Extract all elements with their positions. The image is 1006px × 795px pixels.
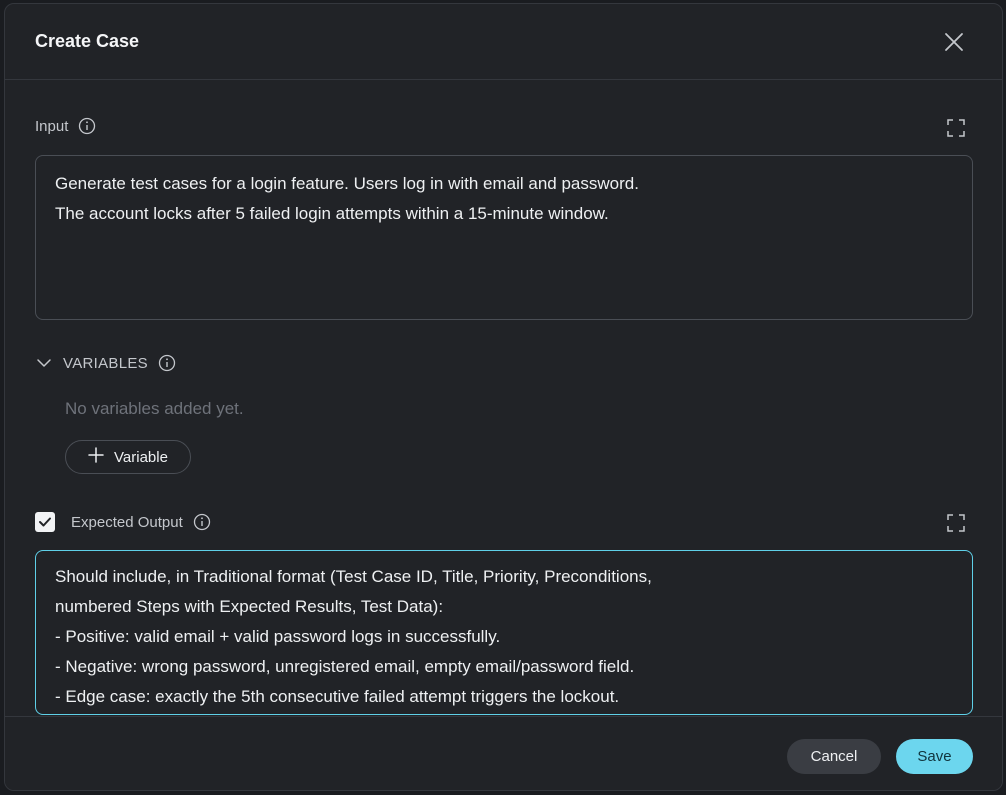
expected-output-checkbox[interactable]: [35, 512, 55, 532]
variables-empty-text: No variables added yet.: [65, 399, 244, 418]
plus-icon: [88, 447, 104, 467]
info-icon[interactable]: [78, 117, 96, 135]
cancel-button[interactable]: Cancel: [787, 739, 881, 774]
expected-output-label-row: Expected Output: [35, 512, 211, 532]
info-icon[interactable]: [193, 513, 211, 531]
modal-header: Create Case: [5, 4, 1002, 80]
expand-icon[interactable]: [947, 514, 965, 532]
expand-icon[interactable]: [947, 119, 965, 137]
close-icon[interactable]: [942, 30, 966, 54]
info-icon[interactable]: [158, 354, 176, 372]
create-case-modal: Create Case Input Generate test cases fo…: [4, 3, 1003, 791]
variables-title: VARIABLES: [63, 354, 148, 372]
modal-title: Create Case: [35, 31, 140, 51]
chevron-down-icon[interactable]: [35, 354, 53, 372]
expected-output-textarea[interactable]: Should include, in Traditional format (T…: [35, 550, 973, 715]
input-textarea[interactable]: Generate test cases for a login feature.…: [35, 155, 973, 320]
add-variable-label: Variable: [114, 448, 168, 466]
modal-footer: Cancel Save: [5, 716, 1002, 790]
check-icon: [39, 517, 51, 527]
save-button[interactable]: Save: [896, 739, 973, 774]
input-label-row: Input: [35, 117, 96, 135]
input-label: Input: [35, 117, 69, 135]
variables-header: VARIABLES: [35, 354, 176, 372]
add-variable-button[interactable]: Variable: [65, 440, 191, 474]
expected-output-label: Expected Output: [71, 513, 183, 531]
